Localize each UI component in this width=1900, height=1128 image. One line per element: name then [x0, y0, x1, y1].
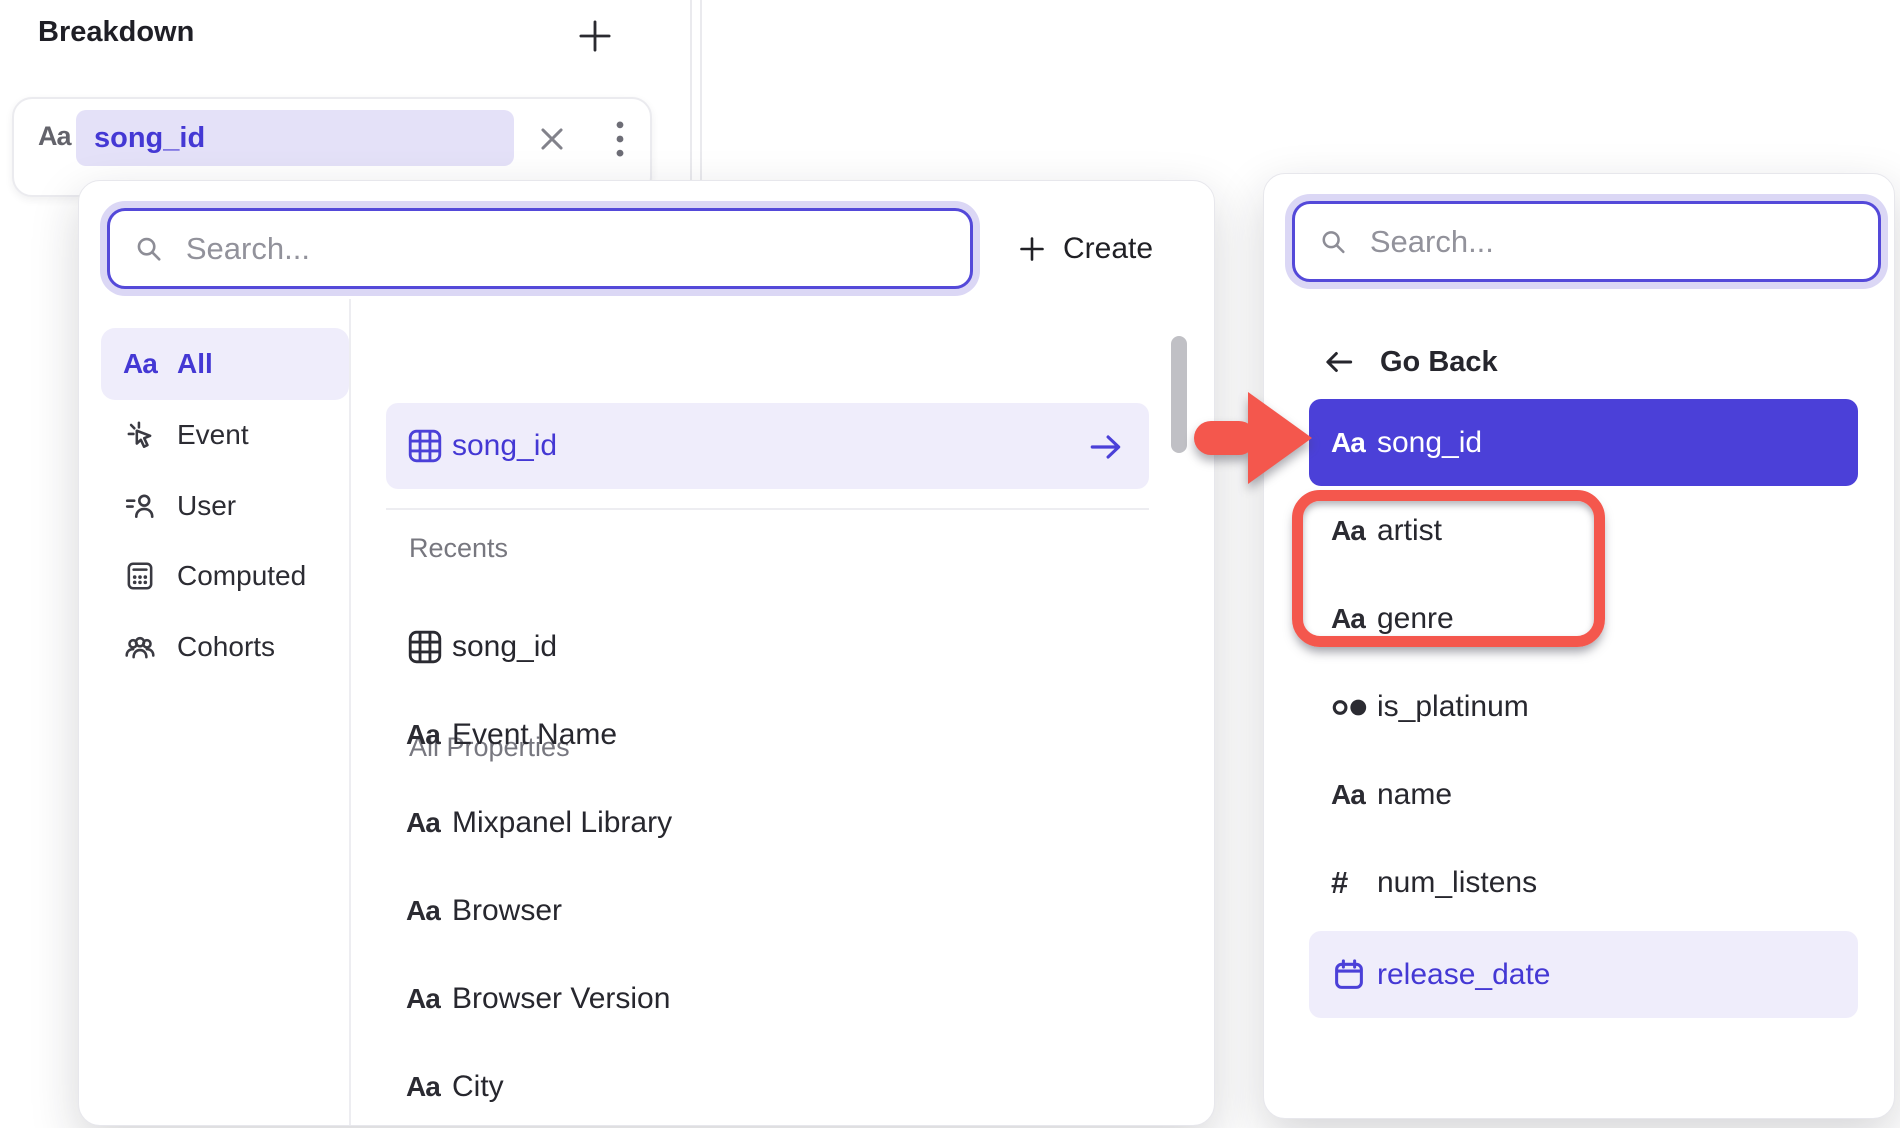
property-row-browser[interactable]: Aa Browser — [386, 867, 1149, 955]
detail-row-name[interactable]: Aa name — [1309, 751, 1858, 839]
number-icon: # — [1331, 865, 1377, 901]
property-row-city[interactable]: Aa City — [386, 1043, 1149, 1128]
text-type-icon: Aa — [123, 348, 169, 380]
text-type-icon: Aa — [38, 121, 71, 152]
text-type-icon: Aa — [406, 719, 452, 751]
create-label: Create — [1063, 232, 1153, 266]
text-type-icon: Aa — [406, 1071, 452, 1103]
create-property-button[interactable]: Create — [1017, 225, 1153, 273]
plus-icon — [575, 16, 615, 56]
plus-icon — [1017, 234, 1047, 264]
section-divider — [386, 508, 1149, 510]
category-all[interactable]: Aa All — [101, 328, 349, 400]
screen: Breakdown Aa song_id Create Aa All — [0, 0, 1900, 1128]
text-type-icon: Aa — [1331, 515, 1377, 547]
property-row-browser-version[interactable]: Aa Browser Version — [386, 955, 1149, 1043]
detail-row-is-platinum[interactable]: is_platinum — [1309, 663, 1858, 751]
dropdown-search[interactable] — [107, 208, 973, 289]
breakdown-chip-value: song_id — [94, 122, 205, 155]
go-back-button[interactable]: Go Back — [1322, 337, 1498, 387]
property-row-song-id[interactable]: song_id — [386, 603, 1149, 691]
recents-header: Recents — [409, 533, 508, 564]
people-icon — [123, 630, 177, 664]
grid-icon — [406, 427, 452, 465]
property-row-mixpanel-library[interactable]: Aa Mixpanel Library — [386, 779, 1149, 867]
text-type-icon: Aa — [406, 895, 452, 927]
search-icon — [1319, 226, 1348, 258]
detail-row-release-date[interactable]: release_date — [1309, 931, 1858, 1018]
breakdown-title: Breakdown — [38, 16, 194, 49]
detail-row-genre[interactable]: Aa genre — [1309, 575, 1858, 663]
calculator-icon — [123, 559, 177, 593]
category-user[interactable]: User — [101, 470, 349, 542]
recent-property-song-id[interactable]: song_id — [386, 403, 1149, 489]
text-type-icon: Aa — [1331, 427, 1377, 459]
breakdown-chip-pill[interactable]: song_id — [76, 110, 514, 166]
text-type-icon: Aa — [1331, 603, 1377, 635]
category-event[interactable]: Event — [101, 399, 349, 471]
list-divider — [349, 299, 351, 1125]
user-icon — [123, 489, 177, 523]
detail-row-song-id[interactable]: Aa song_id — [1309, 399, 1858, 486]
property-row-event-name[interactable]: Aa Event Name — [386, 691, 1149, 779]
property-dropdown: Create Aa All Event User Computed — [78, 180, 1215, 1126]
detail-row-artist[interactable]: Aa artist — [1309, 487, 1858, 575]
boolean-icon — [1331, 694, 1377, 721]
scrollbar-thumb[interactable] — [1171, 336, 1187, 453]
category-computed[interactable]: Computed — [101, 540, 349, 612]
search-icon — [134, 233, 164, 265]
search-input[interactable] — [184, 230, 946, 268]
cursor-click-icon — [123, 418, 177, 452]
close-icon — [535, 122, 569, 156]
arrow-left-icon — [1322, 345, 1356, 379]
text-type-icon: Aa — [406, 807, 452, 839]
remove-breakdown-button[interactable] — [532, 120, 572, 160]
category-cohorts[interactable]: Cohorts — [101, 611, 349, 683]
arrow-right-icon — [1087, 428, 1125, 471]
grid-icon — [406, 628, 452, 666]
detail-search[interactable] — [1292, 201, 1881, 282]
calendar-icon — [1331, 957, 1377, 993]
search-input[interactable] — [1368, 223, 1854, 261]
detail-row-num-listens[interactable]: # num_listens — [1309, 839, 1858, 927]
text-type-icon: Aa — [406, 983, 452, 1015]
text-type-icon: Aa — [1331, 779, 1377, 811]
breakdown-options-button[interactable] — [602, 117, 638, 163]
add-breakdown-button[interactable] — [572, 14, 618, 60]
kebab-menu-icon — [614, 119, 626, 159]
property-detail-panel: Go Back Aa song_id Aa artist Aa genre is… — [1263, 173, 1895, 1119]
